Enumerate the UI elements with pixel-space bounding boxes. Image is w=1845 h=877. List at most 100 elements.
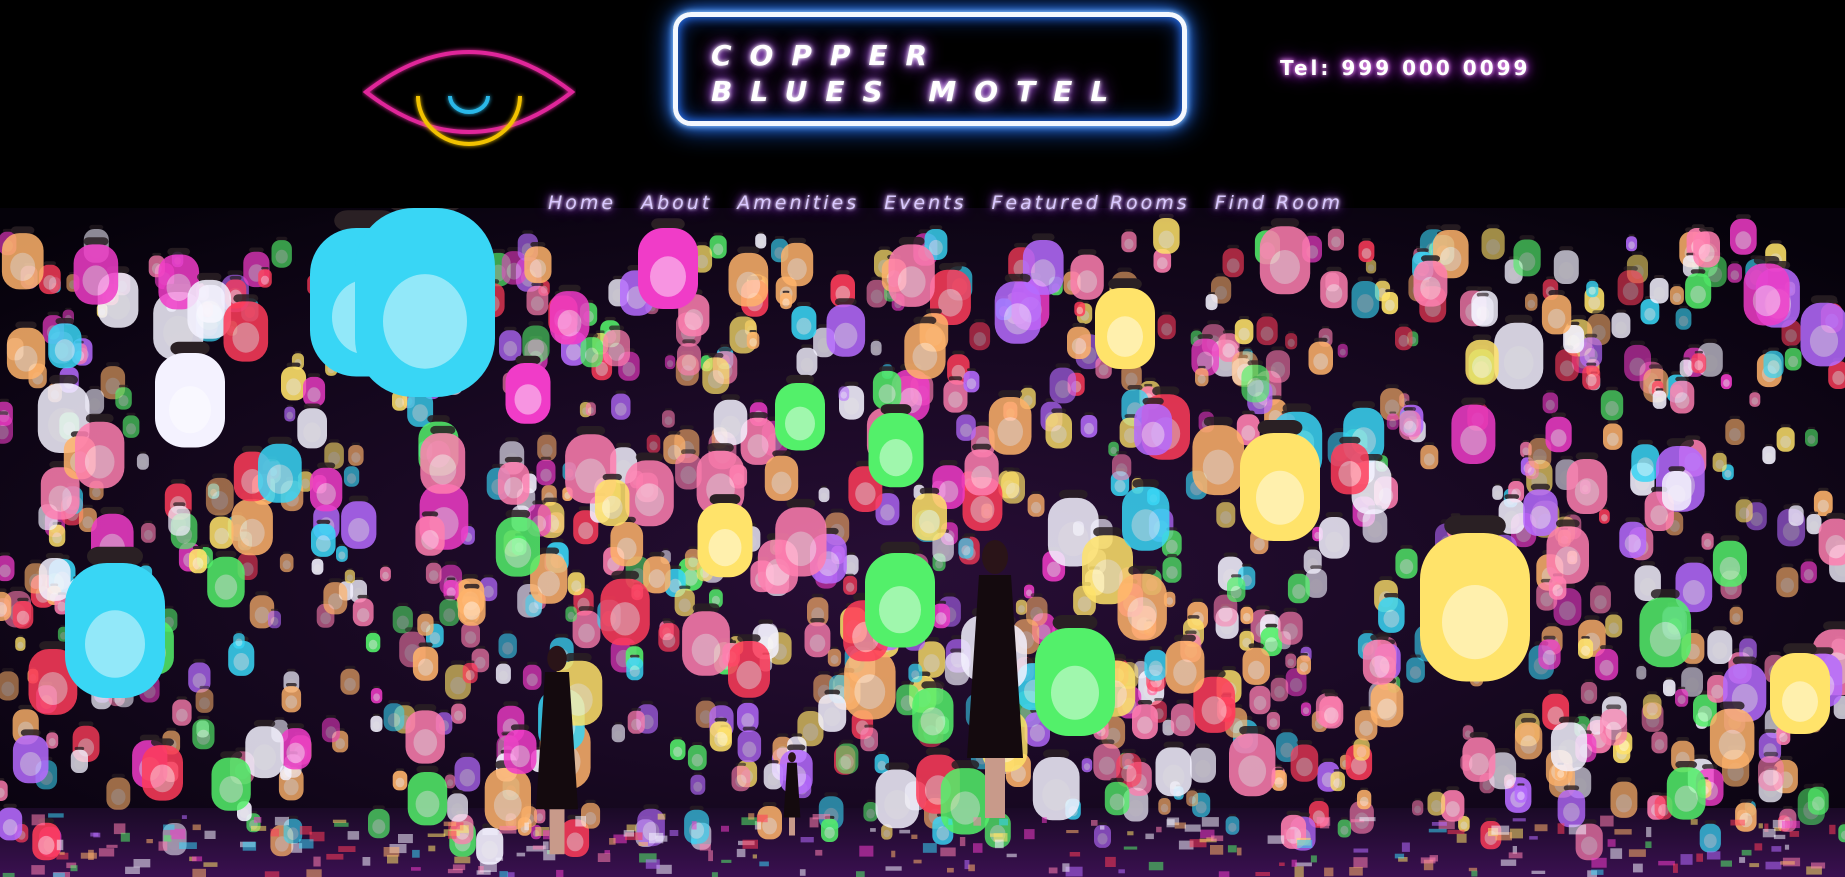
floor-reflection [338,846,356,852]
nav-featured-rooms[interactable]: Featured Rooms [991,192,1189,220]
floor-reflection [1696,853,1703,862]
floor-reflection [1091,820,1098,826]
floor-reflection [1508,852,1523,859]
floor-reflection [1267,835,1285,844]
nav-about[interactable]: About [641,192,712,220]
floor-reflection [1105,856,1116,867]
floor-reflection [332,819,347,823]
floor-reflection [31,814,45,826]
floor-reflection [1255,872,1270,877]
floor-reflection [80,852,97,859]
nav-amenities[interactable]: Amenities [737,192,859,220]
floor-reflection [1628,849,1646,857]
floor-reflection [192,868,206,877]
eye-icon[interactable] [362,34,576,152]
floor-reflection [1447,829,1465,835]
floor-reflection [1720,860,1732,867]
floor-reflection [158,841,168,851]
floor-reflection [120,832,130,842]
floor-reflection [1741,849,1752,856]
floor-reflection [973,843,983,853]
floor-reflection [1156,826,1162,833]
floor-reflection [885,866,902,871]
floor-reflection [870,828,876,832]
floor-reflection [448,830,457,839]
floor-reflection [1166,819,1175,828]
floor-reflection [1024,829,1035,840]
lantern [355,208,495,397]
nav-find-room[interactable]: Find Room [1215,192,1343,220]
brand-sign[interactable]: COPPER BLUES MOTEL [673,12,1187,126]
floor-reflection [1773,834,1786,840]
phone-number[interactable]: Tel: 999 000 0099 [1280,56,1530,80]
floor-reflection [1739,857,1746,863]
floor-reflection [1646,827,1652,838]
floor-reflection [1645,841,1652,848]
floor-reflection [499,871,508,877]
floor-reflection [959,837,966,847]
floor-reflection [454,856,471,864]
floor-reflection [146,839,153,844]
nav-home[interactable]: Home [548,192,616,220]
floor-reflection [499,825,517,834]
floor-reflection [1324,867,1334,877]
floor-reflection [800,837,814,843]
floor-reflection [1201,817,1219,827]
floor-reflection [799,869,806,876]
floor-reflection [507,872,515,877]
floor-reflection [691,821,697,830]
floor-reflection [1614,829,1632,835]
floor-reflection [759,861,769,867]
floor-reflection [1431,822,1447,826]
floor-reflection [1673,863,1678,873]
floor-reflection [326,853,344,860]
floor-reflection [452,864,466,871]
floor-reflection [1568,824,1587,835]
floor-reflection [1100,825,1105,830]
floor-reflection [1401,842,1410,852]
floor-reflection [1062,863,1070,872]
floor-reflection [459,825,469,833]
floor-reflection [1210,845,1224,855]
floor-reflection [313,856,321,867]
brand-name-line-2: BLUES MOTEL [711,75,1127,108]
floor-reflection [721,859,732,863]
floor-reflection [443,821,457,827]
floor-reflection [1353,857,1368,868]
floor-reflection [597,853,611,862]
floor-reflection [427,833,446,837]
floor-reflection [691,838,697,845]
floor-reflection [1780,861,1795,865]
floor-reflection [398,834,413,844]
floor-reflection [59,851,65,855]
floor-reflection [543,841,549,850]
floor-reflection [254,817,262,823]
floor-reflection [809,817,819,828]
floor-reflection [973,817,982,826]
floor-reflection [125,866,140,874]
floor-reflection [411,867,421,871]
floor-reflection [968,864,975,872]
floor-reflection [1762,828,1776,838]
floor-reflection [645,859,660,869]
floor-reflection [1771,846,1782,852]
floor-reflection [48,813,64,818]
floor-reflection [1781,820,1800,829]
floor-reflection [1297,839,1313,848]
floor-reflection [1758,823,1763,829]
floor-reflection [1123,846,1138,850]
floor-reflection [948,818,953,825]
floor-reflection [163,835,172,842]
floor-reflection [708,850,713,862]
floor-reflection [1428,828,1447,833]
floor-reflection [383,847,400,857]
nav-events[interactable]: Events [884,192,966,220]
floor-reflection [1127,831,1134,836]
floor-reflection [334,822,349,827]
floor-reflection [1784,844,1790,850]
floor-reflection [999,818,1008,826]
floor-reflection [2,872,15,877]
floor-reflection [1456,833,1467,843]
floor-reflection [1279,862,1285,866]
floor-reflection [98,848,115,857]
